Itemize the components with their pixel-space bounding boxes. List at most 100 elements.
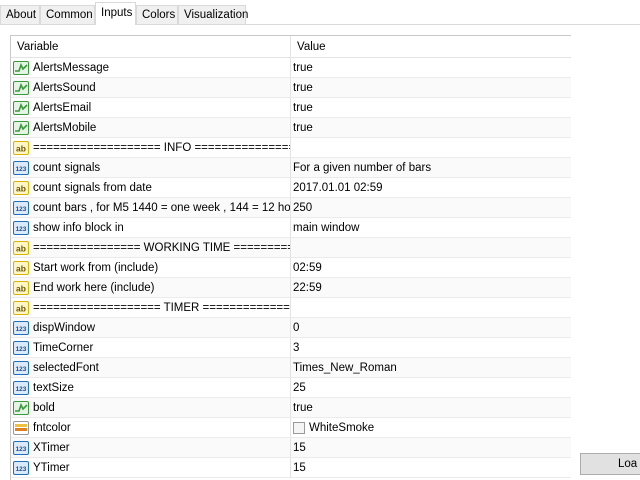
variable-value: Times_New_Roman [293,361,397,374]
value-cell[interactable]: true [291,398,571,417]
inputs-panel: Variable Value AlertsMessage true AlertsSo… [10,35,571,480]
table-row[interactable]: 123 TimeCorner 3 [11,338,571,358]
value-cell[interactable] [291,138,571,157]
string-icon: ab [13,260,29,276]
variable-value: 250 [293,201,313,214]
value-cell[interactable]: Times_New_Roman [291,358,571,377]
svg-text:123: 123 [16,226,27,233]
value-cell[interactable]: 250 [291,198,571,217]
value-cell[interactable]: 2017.01.01 02:59 [291,178,571,197]
tab-common[interactable]: Common [40,5,95,25]
variable-cell: ab =================== TIMER ============… [11,298,291,317]
variable-cell: 123 XTimer [11,438,291,457]
table-row[interactable]: 123 textSize 25 [11,378,571,398]
table-row[interactable]: 123 YTimer 15 [11,458,571,478]
tab-visualization[interactable]: Visualization [178,5,248,25]
variable-value: WhiteSmoke [309,421,375,434]
variable-value: main window [293,221,360,234]
table-row[interactable]: AlertsMessage true [11,58,571,78]
integer-icon: 123 [13,200,29,216]
svg-text:123: 123 [16,326,27,333]
svg-text:123: 123 [16,466,27,473]
value-cell[interactable]: 22:59 [291,278,571,297]
value-cell[interactable]: true [291,118,571,137]
variable-cell: ab End work here (include) [11,278,291,297]
variable-name: dispWindow [33,321,95,334]
variable-name: YTimer [33,461,70,474]
value-cell[interactable]: 15 [291,438,571,457]
bool-icon [13,60,29,76]
variable-name: count signals from date [33,181,152,194]
variable-name: XTimer [33,441,70,454]
svg-text:ab: ab [16,303,26,313]
variable-name: fntcolor [33,421,71,434]
table-row[interactable]: ab End work here (include) 22:59 [11,278,571,298]
table-row[interactable]: fntcolor WhiteSmoke [11,418,571,438]
variable-cell: ab Start work from (include) [11,258,291,277]
load-button[interactable]: Loa [580,453,640,475]
value-cell[interactable]: 25 [291,378,571,397]
svg-text:123: 123 [16,446,27,453]
table-row[interactable]: bold true [11,398,571,418]
integer-icon: 123 [13,220,29,236]
svg-text:123: 123 [16,166,27,173]
string-icon: ab [13,300,29,316]
inputs-grid: Variable Value AlertsMessage true AlertsSo… [11,36,571,478]
value-cell[interactable]: main window [291,218,571,237]
column-header-value[interactable]: Value [291,36,571,57]
table-row[interactable]: 123 show info block in main window [11,218,571,238]
value-cell[interactable]: true [291,98,571,117]
table-row[interactable]: AlertsEmail true [11,98,571,118]
variable-name: count bars , for M5 1440 = one week , 14… [33,201,291,214]
value-cell[interactable]: true [291,58,571,77]
table-row[interactable]: ab Start work from (include) 02:59 [11,258,571,278]
variable-cell: AlertsSound [11,78,291,97]
column-header-variable[interactable]: Variable [11,36,291,57]
table-row[interactable]: AlertsMobile true [11,118,571,138]
value-cell[interactable]: true [291,78,571,97]
table-row[interactable]: 123 XTimer 15 [11,438,571,458]
variable-name: =================== INFO ===============… [33,141,290,154]
variable-value: 0 [293,321,300,334]
value-cell[interactable] [291,298,571,317]
bool-icon [13,400,29,416]
value-cell[interactable]: WhiteSmoke [291,418,571,437]
value-cell[interactable] [291,238,571,257]
variable-name: TimeCorner [33,341,94,354]
table-row[interactable]: 123 selectedFont Times_New_Roman [11,358,571,378]
bool-icon [13,80,29,96]
color-swatch[interactable] [293,421,305,434]
variable-name: AlertsMessage [33,61,110,74]
value-cell[interactable]: 02:59 [291,258,571,277]
table-row[interactable]: ab =================== INFO =============… [11,138,571,158]
table-row[interactable]: 123 dispWindow 0 [11,318,571,338]
variable-cell: 123 textSize [11,378,291,397]
variable-value: 15 [293,441,306,454]
value-cell[interactable]: 15 [291,458,571,477]
value-cell[interactable]: For a given number of bars [291,158,571,177]
variable-value: true [293,81,313,94]
svg-text:123: 123 [16,386,27,393]
variable-cell: 123 selectedFont [11,358,291,377]
integer-icon: 123 [13,460,29,476]
variable-name: AlertsEmail [33,101,92,114]
variable-name: ================ WORKING TIME ==========… [33,241,290,254]
value-cell[interactable]: 0 [291,318,571,337]
table-row[interactable]: ab ================ WORKING TIME ========… [11,238,571,258]
value-cell[interactable]: 3 [291,338,571,357]
variable-value: true [293,101,313,114]
svg-text:123: 123 [16,346,27,353]
variable-cell: 123 YTimer [11,458,291,477]
table-row[interactable]: ab =================== TIMER ============… [11,298,571,318]
variable-cell: 123 count signals [11,158,291,177]
table-row[interactable]: AlertsSound true [11,78,571,98]
variable-cell: AlertsMobile [11,118,291,137]
variable-cell: 123 dispWindow [11,318,291,337]
table-row[interactable]: ab count signals from date 2017.01.01 02:5… [11,178,571,198]
variable-cell: AlertsEmail [11,98,291,117]
tab-colors[interactable]: Colors [136,5,178,25]
tab-inputs[interactable]: Inputs [95,2,136,25]
table-row[interactable]: 123 count signals For a given number of ba… [11,158,571,178]
tab-about[interactable]: About [0,5,40,25]
table-row[interactable]: 123 count bars , for M5 1440 = one week ,… [11,198,571,218]
